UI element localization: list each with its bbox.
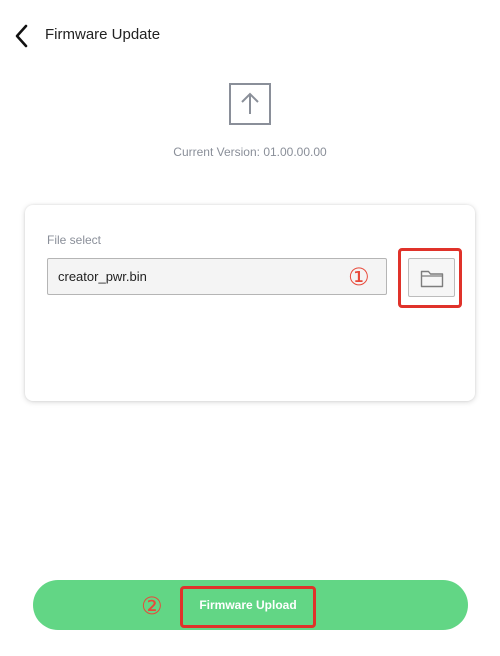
folder-icon [420,270,444,288]
file-select-card: File select creator_pwr.bin ① [25,205,475,401]
firmware-update-page: Firmware Update Current Version: 01.00.0… [0,0,500,656]
page-title: Firmware Update [45,26,161,43]
current-version-text: Current Version: 01.00.00.00 [173,145,327,159]
file-select-label: File select [47,233,102,247]
file-path-field[interactable]: creator_pwr.bin [47,258,387,295]
upload-arrow-icon [229,83,271,125]
firmware-upload-button[interactable]: Firmware Upload [180,586,316,628]
firmware-upload-bar[interactable]: ② Firmware Upload [33,580,468,630]
back-button[interactable] [10,22,34,50]
header: Firmware Update [0,0,500,70]
chevron-left-icon [15,24,28,48]
browse-file-button-highlight [398,248,462,308]
annotation-step-2: ② [141,592,163,620]
annotation-step-1: ① [348,263,370,291]
browse-file-button[interactable] [408,258,455,297]
